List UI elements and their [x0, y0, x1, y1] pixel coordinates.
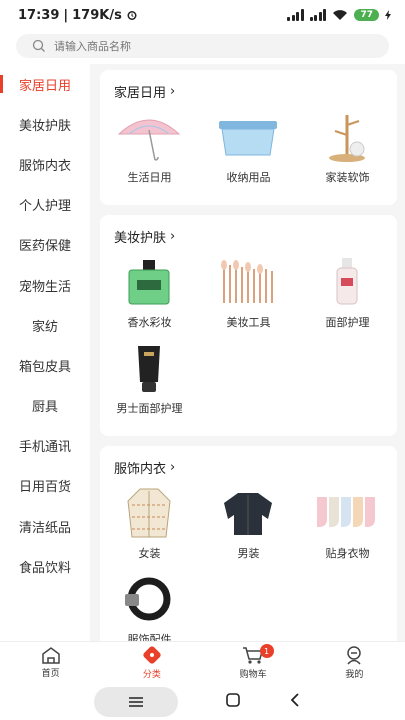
section-title[interactable]: 家居日用 › — [100, 82, 397, 101]
sidebar-item-pets[interactable]: 宠物生活 — [0, 265, 90, 305]
category-sidebar: 家居日用 美妆护肤 服饰内衣 个人护理 医药保健 宠物生活 家纺 箱包皮具 厨具… — [0, 64, 90, 641]
storage-box-icon — [213, 109, 283, 165]
home-icon — [41, 647, 60, 664]
section-card: 家居日用 › 生活日用 收纳用品 家装软饰 — [100, 70, 397, 205]
wifi-icon — [333, 10, 348, 20]
chevron-right-icon: › — [170, 460, 176, 475]
search-icon — [32, 39, 45, 52]
subcategory-item[interactable]: 收纳用品 — [199, 109, 298, 185]
section-card: 服饰内衣 › 女装 男装 贴身衣物 服饰配件 — [100, 446, 397, 641]
sidebar-item-textiles[interactable]: 家纺 — [0, 305, 90, 345]
section-title[interactable]: 服饰内衣 › — [100, 458, 397, 477]
socks-icon — [312, 485, 382, 541]
cart-badge: 1 — [259, 644, 274, 658]
signal-icon — [287, 9, 304, 21]
section-title[interactable]: 美妆护肤 › — [100, 227, 397, 246]
sidebar-item-cleaning-paper[interactable]: 清洁纸品 — [0, 506, 90, 546]
face-wash-tube-icon — [114, 340, 184, 396]
subcategory-item[interactable]: 面部护理 — [298, 254, 397, 330]
back-button[interactable] — [289, 692, 301, 712]
sidebar-item-apparel[interactable]: 服饰内衣 — [0, 144, 90, 184]
subcategory-item[interactable]: 男装 — [199, 485, 298, 561]
nav-home[interactable]: 首页 — [0, 642, 101, 683]
battery-indicator: 77 — [354, 9, 379, 21]
sidebar-item-home-daily[interactable]: 家居日用 — [0, 64, 90, 105]
charging-icon — [385, 10, 391, 20]
search-bar — [0, 30, 405, 64]
umbrella-icon — [114, 109, 184, 165]
subcategory-item[interactable]: 美妆工具 — [199, 254, 298, 330]
nav-cart[interactable]: 购物车 1 — [203, 642, 304, 683]
subcategory-item[interactable]: 贴身衣物 — [298, 485, 397, 561]
sidebar-item-daily-goods[interactable]: 日用百货 — [0, 466, 90, 506]
menu-button[interactable] — [93, 686, 178, 717]
profile-icon — [347, 646, 362, 665]
subcategory-item[interactable]: 香水彩妆 — [100, 254, 199, 330]
status-bar: 17:39 | 179K/s 77 — [0, 0, 405, 30]
decor-tree-icon — [312, 109, 382, 165]
subcategory-item[interactable]: 生活日用 — [100, 109, 199, 185]
category-content: 家居日用 › 生活日用 收纳用品 家装软饰 美妆护肤 › 香水彩妆 美妆工具 面… — [90, 64, 405, 641]
perfume-icon — [114, 254, 184, 310]
makeup-brush-icon — [213, 254, 283, 310]
home-button[interactable] — [225, 692, 241, 712]
sidebar-item-phones[interactable]: 手机通讯 — [0, 426, 90, 466]
subcategory-item[interactable]: 家装软饰 — [298, 109, 397, 185]
sidebar-item-bags[interactable]: 箱包皮具 — [0, 345, 90, 385]
menu-icon — [128, 696, 143, 707]
bottom-nav: 首页 分类 购物车 1 我的 — [0, 641, 405, 683]
nav-me[interactable]: 我的 — [304, 642, 405, 683]
status-net-speed: 179K/s — [72, 7, 122, 23]
belt-icon — [114, 571, 184, 627]
section-card: 美妆护肤 › 香水彩妆 美妆工具 面部护理 男士面部护理 — [100, 215, 397, 436]
signal-icon — [309, 9, 327, 21]
sidebar-item-personal-care[interactable]: 个人护理 — [0, 185, 90, 225]
search-input[interactable] — [54, 39, 334, 53]
category-icon — [143, 646, 161, 664]
sidebar-item-health[interactable]: 医药保健 — [0, 225, 90, 265]
back-icon — [290, 692, 299, 707]
chevron-right-icon: › — [170, 229, 176, 244]
jacket-icon — [213, 485, 283, 541]
search-box[interactable] — [16, 34, 389, 58]
status-time: 17:39 — [18, 7, 60, 23]
nav-category[interactable]: 分类 — [101, 642, 202, 683]
cardigan-icon — [114, 485, 184, 541]
serum-bottle-icon — [312, 254, 382, 310]
subcategory-item[interactable]: 服饰配件 — [100, 571, 199, 641]
system-nav-bar — [0, 683, 405, 720]
square-icon — [226, 692, 241, 707]
sidebar-item-food[interactable]: 食品饮料 — [0, 546, 90, 586]
chevron-right-icon: › — [170, 84, 176, 99]
alarm-icon — [127, 11, 137, 20]
subcategory-item[interactable]: 男士面部护理 — [100, 340, 199, 416]
sidebar-item-kitchenware[interactable]: 厨具 — [0, 386, 90, 426]
subcategory-item[interactable]: 女装 — [100, 485, 199, 561]
sidebar-item-beauty[interactable]: 美妆护肤 — [0, 104, 90, 144]
